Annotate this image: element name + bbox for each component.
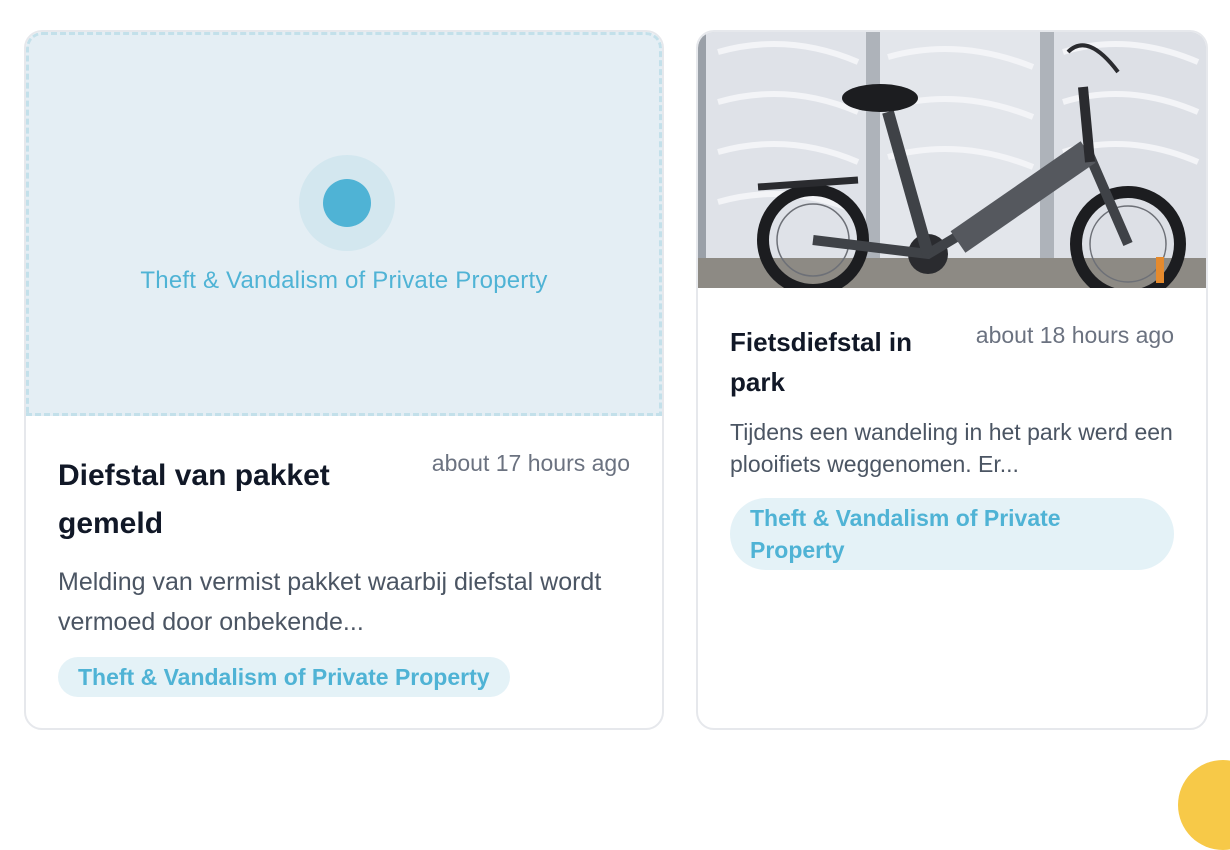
bike-photo-illustration — [698, 32, 1206, 288]
floating-action-button[interactable] — [1178, 760, 1230, 850]
placeholder-category-label: Theft & Vandalism of Private Property — [140, 267, 548, 294]
incident-card-bike-theft[interactable]: Fietsdiefstal in park about 18 hours ago… — [696, 30, 1208, 730]
category-tag[interactable]: Theft & Vandalism of Private Property — [58, 657, 510, 697]
card-timestamp: about 17 hours ago — [431, 450, 630, 476]
card-title[interactable]: Diefstal van pakket gemeld — [58, 452, 388, 548]
card-title[interactable]: Fietsdiefstal in park — [730, 322, 950, 402]
card-timestamp: about 18 hours ago — [975, 322, 1174, 348]
placeholder-marker-dot — [323, 179, 371, 227]
image-placeholder: Theft & Vandalism of Private Property — [26, 32, 662, 416]
category-tag[interactable]: Theft & Vandalism of Private Property — [730, 498, 1174, 570]
bike-photo — [698, 32, 1206, 288]
incident-card-package-theft[interactable]: Theft & Vandalism of Private Property Di… — [24, 30, 664, 730]
card-description: Tijdens een wandeling in het park werd e… — [730, 419, 1173, 477]
card-description: Melding van vermist pakket waarbij diefs… — [58, 568, 602, 636]
placeholder-marker-icon — [299, 155, 395, 251]
